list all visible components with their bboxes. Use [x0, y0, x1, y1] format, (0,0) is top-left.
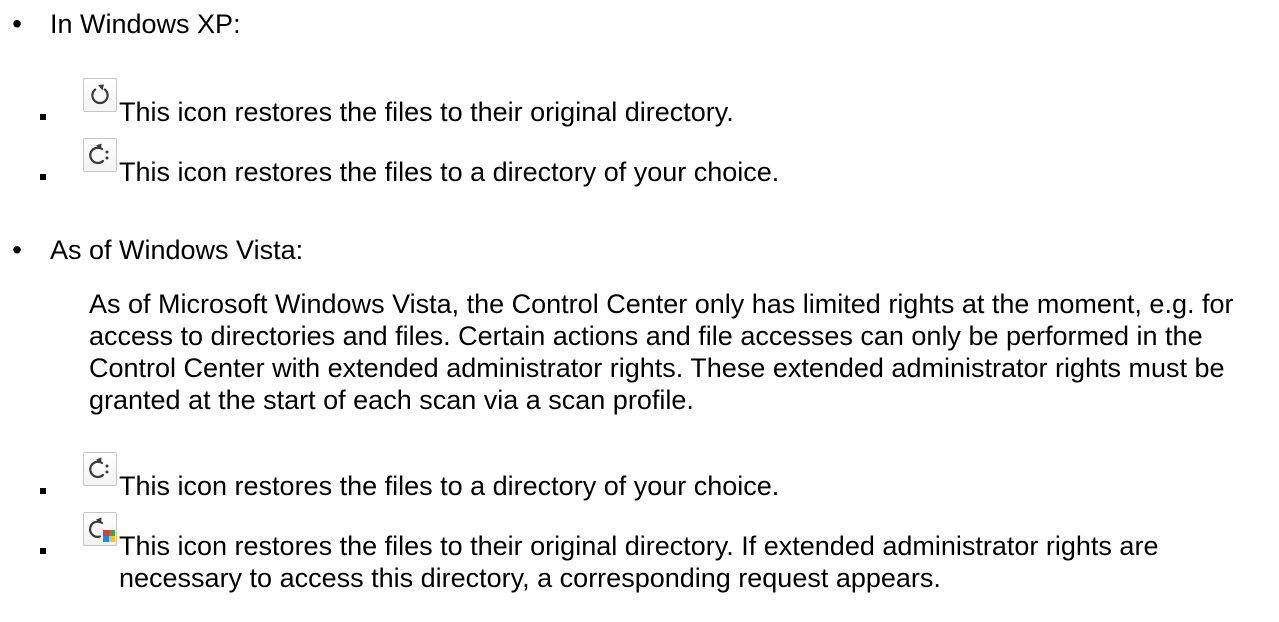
- square-bullet: [40, 114, 46, 120]
- restore-icon[interactable]: [83, 78, 117, 112]
- sub-list-item: This icon restores the files to their or…: [0, 78, 1279, 134]
- restore-admin-icon[interactable]: [83, 512, 117, 546]
- bullet: •: [12, 234, 22, 265]
- square-bullet: [40, 174, 46, 180]
- sub-list-item: This icon restores the files to a direct…: [0, 452, 1279, 508]
- restore-to-icon[interactable]: [83, 138, 117, 172]
- bullet: •: [12, 8, 22, 39]
- section-heading: As of Windows Vista:: [50, 235, 304, 265]
- paragraph: As of Microsoft Windows Vista, the Contr…: [89, 289, 1234, 415]
- item-text: This icon restores the files to a direct…: [119, 157, 780, 187]
- item-text: This icon restores the files to a direct…: [119, 471, 780, 501]
- document: • In Windows XP: This icon restores the …: [0, 0, 1279, 622]
- item-text: This icon restores the files to their or…: [119, 531, 1159, 593]
- sub-list-item: This icon restores the files to a direct…: [0, 138, 1279, 194]
- list-item-windows-vista: • As of Windows Vista:: [0, 230, 1279, 270]
- item-text: This icon restores the files to their or…: [119, 97, 734, 127]
- square-bullet: [40, 488, 46, 494]
- sub-list-item: This icon restores the files to their or…: [0, 512, 1279, 612]
- list-item-windows-xp: • In Windows XP:: [0, 4, 1279, 44]
- section-heading: In Windows XP:: [50, 9, 241, 39]
- square-bullet: [40, 548, 46, 554]
- restore-to-icon[interactable]: [83, 452, 117, 486]
